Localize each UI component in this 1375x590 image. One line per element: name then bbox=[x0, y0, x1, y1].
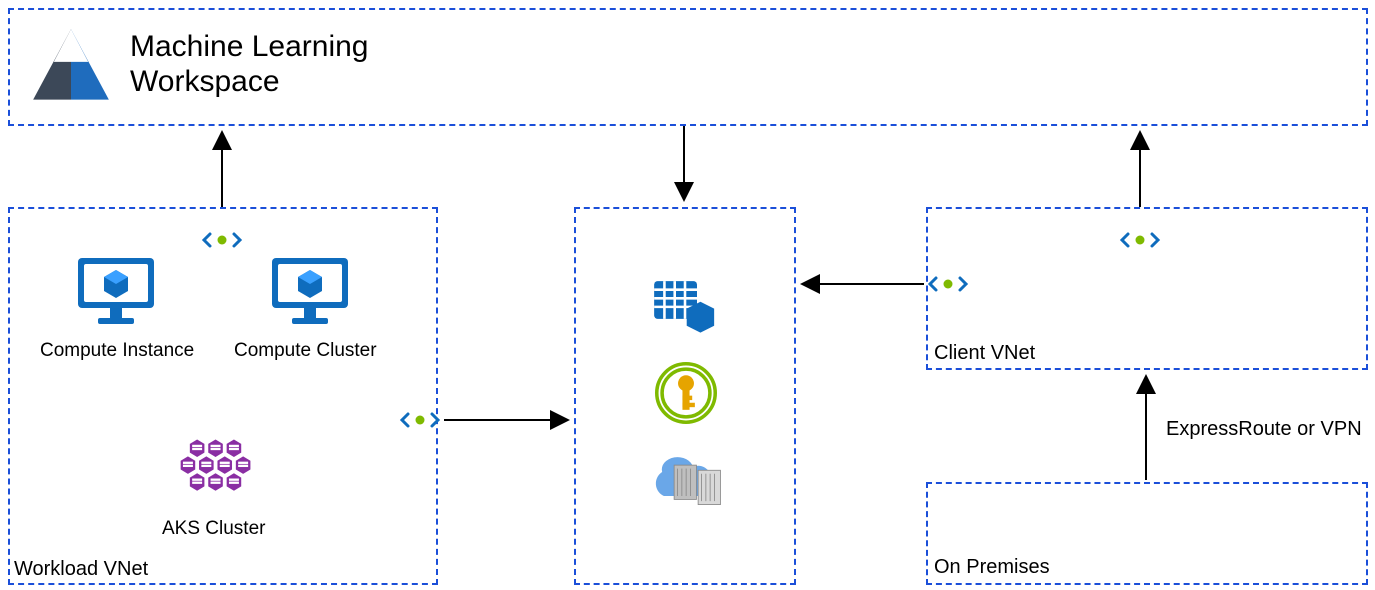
on-premises-label: On Premises bbox=[934, 556, 1050, 579]
workload-vnet-label: Workload VNet bbox=[14, 558, 148, 581]
container-registry-icon bbox=[648, 448, 726, 508]
client-vnet-label: Client VNet bbox=[934, 342, 1035, 365]
keyvault-icon bbox=[655, 362, 717, 424]
expressroute-label: ExpressRoute or VPN bbox=[1166, 418, 1362, 441]
storage-icon bbox=[650, 276, 720, 336]
ml-logo-icon bbox=[28, 24, 114, 110]
aks-cluster-label: AKS Cluster bbox=[162, 518, 265, 540]
ml-workspace-title-line2: Workspace bbox=[130, 65, 280, 98]
compute-instance-label: Compute Instance bbox=[40, 340, 194, 362]
aks-cluster-icon bbox=[168, 430, 260, 514]
compute-instance-icon bbox=[76, 256, 156, 328]
compute-cluster-label: Compute Cluster bbox=[234, 340, 377, 362]
ml-workspace-title-line1: Machine Learning bbox=[130, 30, 369, 63]
ml-workspace-title: Machine Learning Workspace bbox=[130, 30, 369, 99]
compute-cluster-icon bbox=[270, 256, 350, 328]
